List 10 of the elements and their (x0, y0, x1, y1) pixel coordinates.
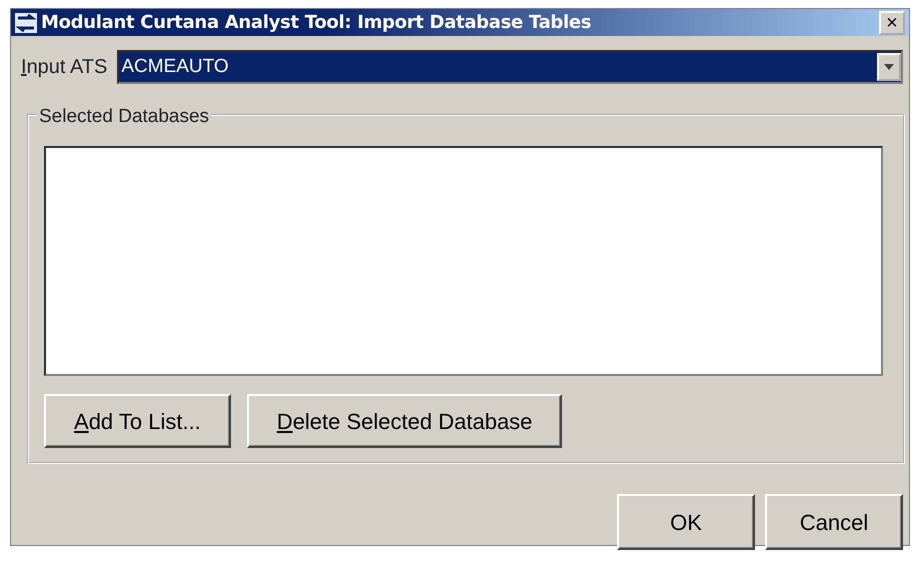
window-title: Modulant Curtana Analyst Tool: Import Database Tables (41, 11, 592, 35)
app-icon (15, 12, 37, 32)
dialog-button[interactable]: OK (617, 494, 755, 550)
close-button[interactable]: × (879, 10, 905, 34)
action-button[interactable]: Add To List... (44, 394, 231, 448)
database-list[interactable] (44, 146, 883, 376)
input-ats-dropdown[interactable]: ACMEAUTO (117, 50, 903, 84)
dialog-button[interactable]: Cancel (765, 494, 903, 550)
input-ats-label: Input ATS (21, 55, 108, 80)
action-button[interactable]: Delete Selected Database (246, 394, 562, 448)
